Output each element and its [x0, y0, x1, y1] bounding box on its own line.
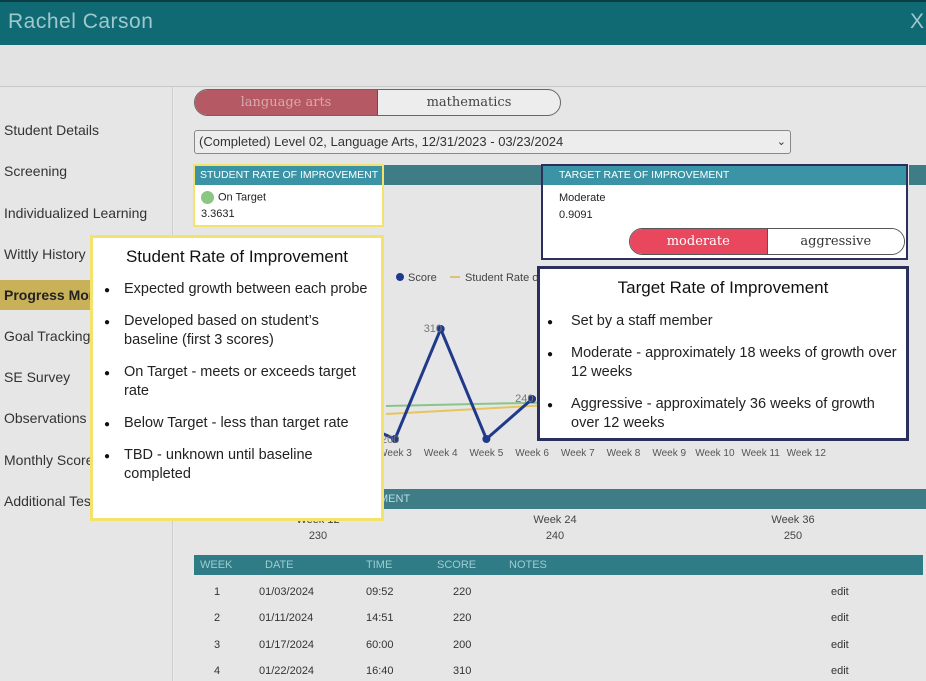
x-tick-label: Week 8 — [607, 448, 641, 459]
edit-link[interactable]: edit — [831, 605, 849, 631]
cell-week: 1 — [214, 586, 221, 598]
cell-week: 2 — [214, 612, 221, 624]
callout-bullet: Aggressive - approximately 36 weeks of g… — [547, 395, 900, 433]
status-dot-icon — [201, 191, 214, 204]
close-icon[interactable]: X — [910, 10, 924, 34]
cell-score: 220 — [453, 612, 472, 624]
goal-week-value: 230 — [308, 530, 328, 542]
cell-score: 220 — [453, 586, 472, 598]
aggressive-button[interactable]: aggressive — [767, 229, 904, 254]
data-label: 240 — [515, 393, 533, 405]
sidebar-item-individualized-learning[interactable]: Individualized Learning — [0, 198, 173, 228]
moderate-button[interactable]: moderate — [630, 229, 768, 254]
goal-week-24: Week 24 240 — [495, 514, 615, 542]
callout-title: Target Rate of Improvement — [617, 278, 829, 297]
target-rate-value: 0.9091 — [559, 209, 593, 221]
goal-week-label: Week 24 — [533, 514, 577, 526]
goal-week-value: 250 — [783, 530, 803, 542]
toolbar — [0, 45, 926, 87]
callout-bullet: Set by a staff member — [547, 312, 900, 332]
callout-bullet: TBD - unknown until baseline completed — [104, 446, 373, 484]
table-row: 2 01/11/2024 14:51 220 edit — [194, 605, 923, 631]
student-rate-callout: Student Rate of Improvement Expected gro… — [90, 235, 384, 521]
callout-title: Student Rate of Improvement — [125, 247, 349, 266]
goal-week-label: Week 36 — [771, 514, 815, 526]
cell-time: 09:52 — [366, 586, 394, 598]
student-rate-header: STUDENT RATE OF IMPROVEMENT — [195, 166, 382, 185]
window-title: Rachel Carson — [8, 10, 154, 33]
target-rate-level: Moderate — [559, 192, 606, 204]
x-tick-label: Week 10 — [695, 448, 735, 459]
cell-time: 14:51 — [366, 612, 394, 624]
column-header-time: TIME — [366, 559, 393, 571]
goal-week-value: 240 — [545, 530, 565, 542]
x-tick-label: Week 11 — [741, 448, 780, 459]
score-point — [482, 435, 491, 443]
edit-link[interactable]: edit — [831, 658, 849, 681]
cell-time: 60:00 — [366, 639, 394, 651]
cell-date: 01/03/2024 — [259, 586, 315, 598]
sidebar-item-screening[interactable]: Screening — [0, 156, 173, 186]
column-header-notes: NOTES — [509, 559, 547, 571]
legend-score-label: Score — [408, 272, 437, 284]
data-label: 310 — [424, 323, 442, 335]
target-rate-card: TARGET RATE OF IMPROVEMENT Moderate 0.90… — [541, 164, 908, 260]
column-header-score: SCORE — [437, 559, 477, 571]
student-rate-value: 3.3631 — [201, 208, 235, 220]
callout-list: Set by a staff member Moderate - approxi… — [547, 312, 900, 433]
x-tick-label: Week 4 — [424, 448, 458, 459]
table-row: 4 01/22/2024 16:40 310 edit — [194, 658, 923, 681]
cell-date: 01/11/2024 — [259, 612, 314, 624]
cell-time: 16:40 — [366, 665, 394, 677]
callout-bullet: Developed based on student’s baseline (f… — [104, 312, 373, 350]
chart-x-axis: Week 3 Week 4 Week 5 Week 6 Week 7 Week 8 Week… — [378, 448, 826, 459]
cell-week: 3 — [214, 639, 221, 651]
callout-bullet: Below Target - less than target rate — [104, 414, 373, 434]
x-tick-label: Week 9 — [652, 448, 686, 459]
x-tick-label: Week 6 — [515, 448, 549, 459]
cell-score: 310 — [453, 665, 472, 677]
cell-date: 01/22/2024 — [259, 665, 315, 677]
callout-list: Expected growth between each probe Devel… — [104, 280, 373, 484]
x-tick-label: Week 5 — [470, 448, 504, 459]
callout-bullet: Expected growth between each probe — [104, 280, 373, 300]
student-rate-status-row: On Target — [195, 191, 382, 204]
cell-score: 200 — [453, 639, 472, 651]
x-tick-label: Week 7 — [561, 448, 595, 459]
x-tick-label: Week 12 — [787, 448, 827, 459]
target-rate-header: TARGET RATE OF IMPROVEMENT — [543, 166, 906, 185]
edit-link[interactable]: edit — [831, 579, 849, 605]
scores-table-header: WEEK DATE TIME SCORE NOTES — [194, 555, 923, 575]
callout-bullet: On Target - meets or exceeds target rate — [104, 363, 373, 401]
legend-score-marker — [396, 273, 404, 281]
table-row: 3 01/17/2024 60:00 200 edit — [194, 632, 923, 658]
goal-header-strip: MENT — [379, 489, 926, 509]
edit-link[interactable]: edit — [831, 632, 849, 658]
goal-week-36: Week 36 250 — [733, 514, 853, 542]
column-header-week: WEEK — [200, 559, 233, 571]
student-rate-card: STUDENT RATE OF IMPROVEMENT On Target 3.… — [193, 164, 384, 227]
rate-toggle: moderate aggressive — [629, 228, 905, 255]
cell-week: 4 — [214, 665, 221, 677]
column-header-date: DATE — [265, 559, 294, 571]
title-bar: Rachel Carson X — [0, 0, 926, 45]
sidebar-item-student-details[interactable]: Student Details — [0, 115, 173, 145]
target-rate-callout: Target Rate of Improvement Set by a staf… — [537, 266, 909, 441]
cell-date: 01/17/2024 — [259, 639, 315, 651]
callout-bullet: Moderate - approximately 18 weeks of gro… — [547, 344, 900, 382]
table-row: 1 01/03/2024 09:52 220 edit — [194, 579, 923, 605]
student-rate-status: On Target — [218, 191, 267, 204]
